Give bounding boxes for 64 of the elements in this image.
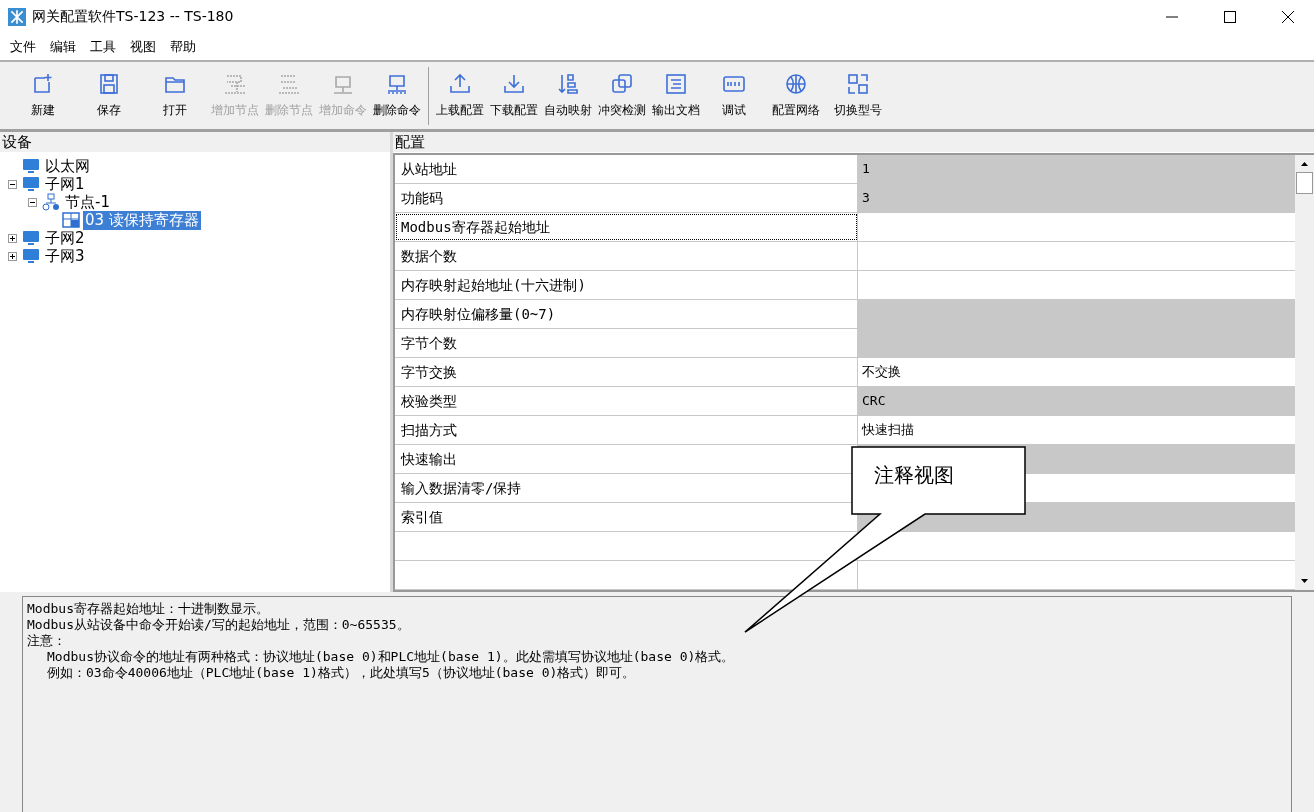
switch-icon <box>846 72 870 96</box>
toolbar-button[interactable]: 删除命令 <box>370 72 424 119</box>
monitor-icon <box>22 175 40 193</box>
toolbar-button[interactable]: 输出文档 <box>649 72 703 119</box>
note-text: 注意： <box>27 633 67 649</box>
vertical-scrollbar[interactable] <box>1295 155 1314 590</box>
tree-item[interactable]: 子网3 <box>43 246 87 266</box>
callout-tooltip-text: 注释视图 <box>874 462 954 489</box>
note-text: Modbus寄存器起始地址：十进制数显示。 <box>27 601 270 617</box>
toolbar-button[interactable]: 上载配置 <box>433 72 487 119</box>
property-name-cell[interactable]: Modbus寄存器起始地址 <box>395 213 858 241</box>
tree-item[interactable]: 子网1 <box>43 174 87 194</box>
toolbar-button[interactable]: 冲突检测 <box>595 72 649 119</box>
expander-icon[interactable] <box>28 197 39 207</box>
toolbar-button[interactable]: 切换型号 <box>827 72 889 119</box>
download-icon <box>502 72 526 96</box>
toolbar-button[interactable]: 调试 <box>703 72 765 119</box>
property-name-cell[interactable]: 内存映射起始地址(十六进制) <box>395 271 858 299</box>
doc-icon <box>664 72 688 96</box>
property-value-cell[interactable]: 3 <box>858 184 1295 212</box>
toolbar-button[interactable]: 保存 <box>76 72 142 119</box>
toolbar-button[interactable]: 下载配置 <box>487 72 541 119</box>
monitor-icon <box>22 229 40 247</box>
new-icon <box>31 72 55 96</box>
note-text: Modbus从站设备中命令开始读/写的起始地址，范围：0~65535。 <box>27 617 411 633</box>
expander-icon[interactable] <box>8 233 19 243</box>
property-value-cell[interactable] <box>858 300 1295 328</box>
tree-item[interactable]: 节点-1 <box>63 192 112 212</box>
scroll-thumb[interactable] <box>1296 172 1313 194</box>
toolbar-button[interactable]: 自动映射 <box>541 72 595 119</box>
menu-item[interactable]: 帮助 <box>170 38 196 56</box>
menu-item[interactable]: 视图 <box>130 38 156 56</box>
upload-icon <box>448 72 472 96</box>
globe-icon <box>784 72 808 96</box>
monitor-icon <box>22 247 40 265</box>
close-icon[interactable] <box>1282 11 1294 23</box>
property-value-cell[interactable]: CRC <box>858 387 1295 415</box>
app-logo-icon <box>8 8 26 26</box>
property-value-cell[interactable] <box>858 329 1295 357</box>
window-title: 网关配置软件TS-123 -- TS-180 <box>32 8 234 26</box>
property-name-cell[interactable]: 扫描方式 <box>395 416 858 444</box>
network-icon <box>42 193 60 211</box>
note-text: Modbus协议命令的地址有两种格式：协议地址(base 0)和PLC地址(base 1)。此处需填写协议地址(base 0)格式。 <box>46 649 736 665</box>
property-value-cell[interactable]: 1 <box>858 155 1295 183</box>
toolbar-button[interactable]: 新建 <box>10 72 76 119</box>
maximize-icon[interactable] <box>1224 11 1236 23</box>
menu-item[interactable]: 文件 <box>10 38 36 56</box>
toolbar-button[interactable]: 打开 <box>142 72 208 119</box>
menu-item[interactable]: 工具 <box>90 38 116 56</box>
save-icon <box>97 72 121 96</box>
monitor-icon <box>22 157 40 175</box>
property-value-cell[interactable]: 不交换 <box>858 358 1295 386</box>
property-name-cell[interactable]: 数据个数 <box>395 242 858 270</box>
note-text: 例如：03命令40006地址（PLC地址(base 1)格式），此处填写5（协议地址(base 0)格式）即可。 <box>46 665 637 681</box>
property-value-cell[interactable]: 快速扫描 <box>858 416 1295 444</box>
window-icon <box>62 211 80 229</box>
menu-item[interactable]: 编辑 <box>50 38 76 56</box>
tree-item[interactable]: 以太网 <box>43 156 92 176</box>
property-name-cell[interactable]: 字节交换 <box>395 358 858 386</box>
expander-icon[interactable] <box>8 251 19 261</box>
toolbar-button[interactable]: 配置网络 <box>765 72 827 119</box>
tree-item[interactable]: 03 读保持寄存器 <box>83 210 201 230</box>
expander-icon[interactable] <box>8 179 19 189</box>
tree-item[interactable]: 子网2 <box>43 228 87 248</box>
